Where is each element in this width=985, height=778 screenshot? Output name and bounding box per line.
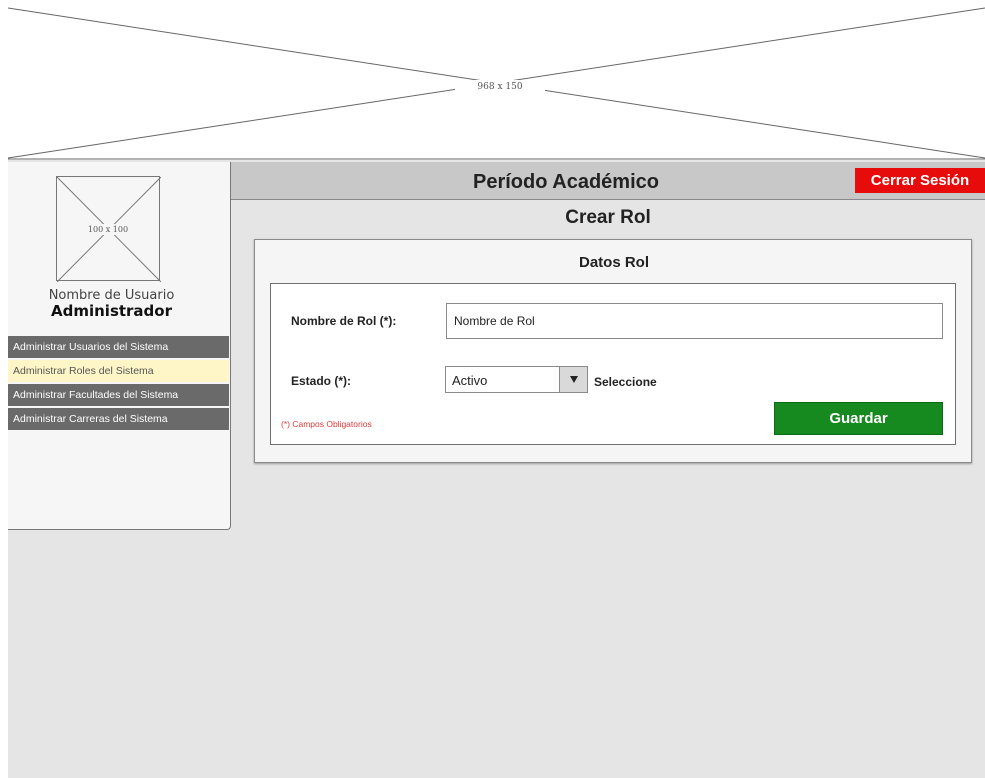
avatar-size-label: 100 x 100 [79, 224, 137, 235]
required-fields-note: (*) Campos Obligatorios [281, 419, 372, 429]
user-name: Nombre de Usuario [48, 288, 175, 303]
avatar-placeholder: 100 x 100 [56, 176, 161, 282]
logout-button[interactable]: Cerrar Sesión [855, 168, 985, 193]
sidebar-item-facultades[interactable]: Administrar Facultades del Sistema [8, 384, 229, 406]
status-select[interactable]: Activo [445, 366, 588, 393]
role-name-label: Nombre de Rol (*): [291, 314, 397, 328]
banner-size-label: 968 x 150 [455, 80, 545, 94]
status-label: Estado (*): [291, 374, 351, 388]
sidebar: 100 x 100 Nombre de Usuario Administrado… [8, 162, 231, 530]
sidebar-item-roles[interactable]: Administrar Roles del Sistema [8, 360, 229, 382]
sidebar-item-usuarios[interactable]: Administrar Usuarios del Sistema [8, 336, 229, 358]
role-form: Nombre de Rol (*): Estado (*): Activo Se… [270, 283, 956, 445]
page-title: Período Académico [473, 171, 659, 193]
status-select-value: Activo [452, 373, 488, 388]
role-form-panel: Datos Rol Nombre de Rol (*): Estado (*):… [254, 239, 972, 463]
dropdown-button[interactable] [559, 367, 587, 392]
status-hint: Seleccione [594, 375, 657, 389]
role-name-input[interactable] [446, 303, 943, 339]
sidebar-menu: Administrar Usuarios del Sistema Adminis… [8, 336, 229, 432]
chevron-down-icon [570, 376, 578, 383]
header-bar: Período Académico Cerrar Sesión [231, 162, 985, 200]
user-role: Administrador [51, 302, 172, 320]
banner-placeholder: 968 x 150 [0, 0, 985, 160]
section-title: Crear Rol [565, 207, 651, 228]
save-button[interactable]: Guardar [774, 402, 943, 435]
sidebar-item-carreras[interactable]: Administrar Carreras del Sistema [8, 408, 229, 430]
panel-title: Datos Rol [578, 254, 649, 271]
